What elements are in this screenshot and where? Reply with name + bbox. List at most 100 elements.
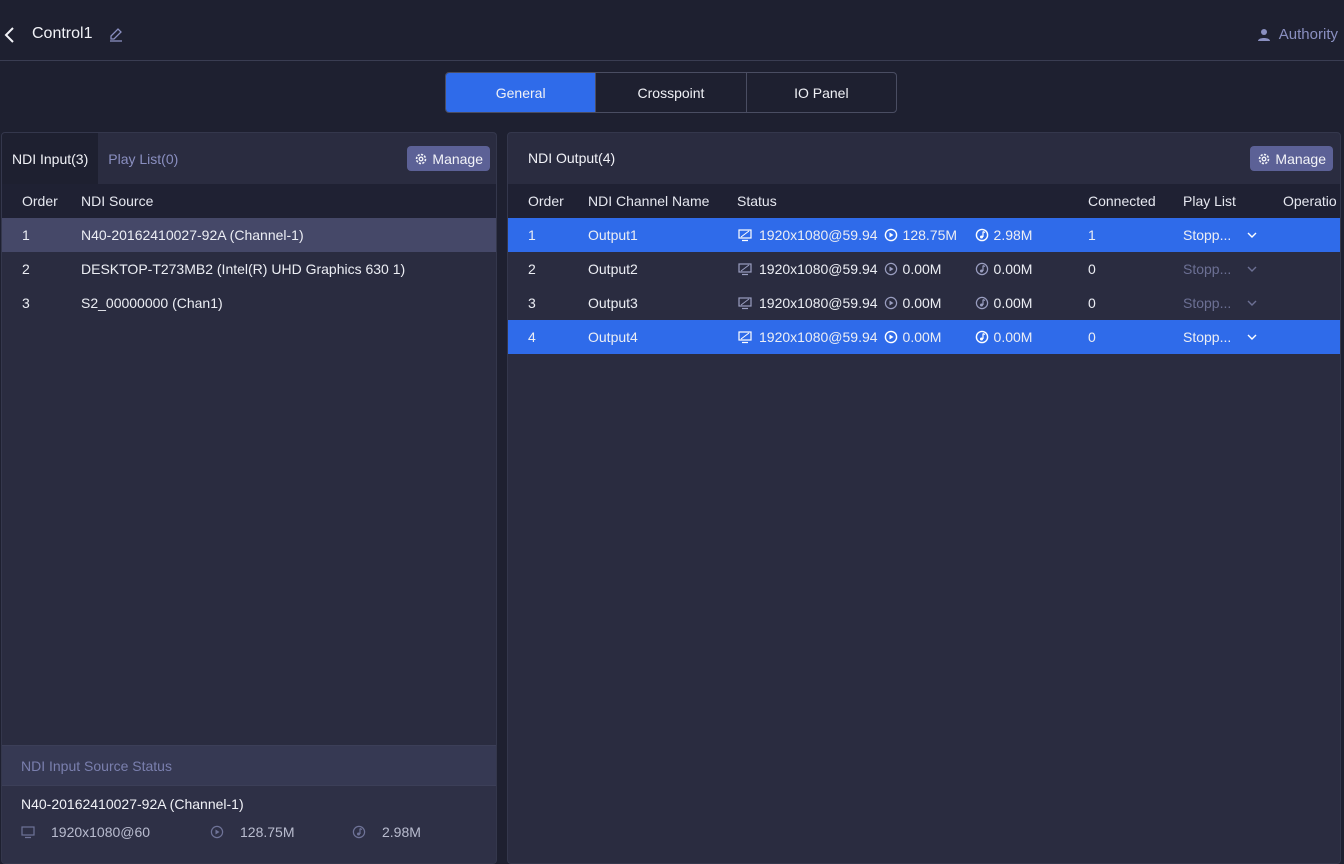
input-table-header: Order NDI Source — [2, 184, 496, 218]
row-order: 1 — [528, 227, 536, 243]
table-row[interactable]: 1 Output1 1920x1080@59.94 128.75M 2.98M … — [508, 218, 1340, 252]
output-table-header: Order NDI Channel Name Status Connected … — [508, 184, 1340, 218]
status-audio: 0.00M — [993, 261, 1033, 277]
playlist-select[interactable]: Stopp... — [1183, 295, 1259, 311]
column-ndi-source: NDI Source — [81, 193, 154, 209]
source-video-value: 128.75M — [240, 824, 295, 840]
output-panel-title: NDI Output(4) — [528, 150, 616, 166]
manage-label: Manage — [1275, 150, 1326, 167]
table-row[interactable]: 2 Output2 1920x1080@59.94 0.00M 0.00M 0 … — [508, 252, 1340, 286]
status-audio: 0.00M — [993, 295, 1033, 311]
chevron-down-icon — [1247, 300, 1257, 306]
authority-label: Authority — [1278, 26, 1338, 43]
monitor-icon — [738, 297, 752, 310]
status-video: 0.00M — [902, 295, 942, 311]
top-bar: Control1 Authority — [0, 0, 1344, 61]
monitor-icon — [738, 229, 752, 242]
status-audio: 2.98M — [993, 227, 1033, 243]
playlist-value: Stopp... — [1183, 295, 1232, 311]
output-panel-header: NDI Output(4) Manage — [508, 133, 1340, 184]
column-channel-name: NDI Channel Name — [588, 193, 710, 209]
column-order: Order — [528, 193, 564, 209]
output-table-body: 1 Output1 1920x1080@59.94 128.75M 2.98M … — [508, 218, 1340, 354]
monitor-icon — [21, 826, 35, 839]
row-connected: 0 — [1088, 329, 1096, 345]
manage-label: Manage — [432, 150, 483, 167]
row-order: 2 — [528, 261, 536, 277]
audio-icon — [975, 262, 988, 276]
play-circle-icon — [210, 825, 224, 839]
status-resolution: 1920x1080@59.94 — [759, 295, 878, 311]
chevron-down-icon — [1247, 232, 1257, 238]
row-channel-name: Output4 — [588, 329, 638, 345]
playlist-select[interactable]: Stopp... — [1183, 261, 1259, 277]
source-video-bitrate: 128.75M — [210, 824, 294, 840]
input-source-status: NDI Input Source Status N40-20162410027-… — [2, 745, 496, 863]
row-source: S2_00000000 (Chan1) — [81, 295, 223, 311]
monitor-icon — [738, 331, 752, 344]
ndi-output-panel: NDI Output(4) Manage Order NDI Channel N… — [507, 132, 1341, 864]
row-order: 2 — [22, 261, 30, 277]
playlist-value: Stopp... — [1183, 329, 1232, 345]
status-video: 0.00M — [902, 329, 942, 345]
row-channel-name: Output3 — [588, 295, 638, 311]
output-manage-button[interactable]: Manage — [1250, 146, 1333, 171]
audio-icon — [975, 330, 988, 344]
status-audio: 0.00M — [993, 329, 1033, 345]
column-operation: Operatio — [1283, 193, 1337, 209]
play-circle-icon — [884, 262, 897, 276]
column-connected: Connected — [1088, 193, 1156, 209]
row-order: 4 — [528, 329, 536, 345]
edit-pencil-icon[interactable] — [108, 26, 124, 42]
chevron-down-icon — [1247, 266, 1257, 272]
column-play-list: Play List — [1183, 193, 1236, 209]
back-arrow-icon[interactable] — [3, 25, 19, 45]
audio-icon — [352, 825, 366, 839]
status-resolution: 1920x1080@59.94 — [759, 329, 878, 345]
audio-icon — [975, 228, 988, 242]
row-order: 3 — [528, 295, 536, 311]
source-resolution-value: 1920x1080@60 — [51, 824, 151, 840]
table-row[interactable]: 3 Output3 1920x1080@59.94 0.00M 0.00M 0 … — [508, 286, 1340, 320]
row-status: 1920x1080@59.94 128.75M 2.98M — [738, 227, 1032, 243]
status-resolution: 1920x1080@59.94 — [759, 227, 878, 243]
row-status: 1920x1080@59.94 0.00M 0.00M — [738, 329, 1032, 345]
row-channel-name: Output2 — [588, 261, 638, 277]
audio-icon — [975, 296, 988, 310]
page-title: Control1 — [32, 25, 93, 42]
row-status: 1920x1080@59.94 0.00M 0.00M — [738, 295, 1032, 311]
tab-ndi-input[interactable]: NDI Input(3) — [2, 133, 99, 184]
row-channel-name: Output1 — [588, 227, 638, 243]
source-audio-value: 2.98M — [382, 824, 421, 840]
status-resolution: 1920x1080@59.94 — [759, 261, 878, 277]
playlist-value: Stopp... — [1183, 261, 1232, 277]
playlist-value: Stopp... — [1183, 227, 1232, 243]
column-order: Order — [22, 193, 58, 209]
input-panel-header: NDI Input(3) Play List(0) Manage — [2, 133, 496, 184]
row-connected: 0 — [1088, 295, 1096, 311]
input-manage-button[interactable]: Manage — [407, 146, 490, 171]
row-connected: 0 — [1088, 261, 1096, 277]
main-tabs: General Crosspoint IO Panel — [445, 72, 897, 113]
column-status: Status — [737, 193, 777, 209]
tab-play-list[interactable]: Play List(0) — [98, 133, 188, 184]
status-video: 128.75M — [902, 227, 958, 243]
row-source: N40-20162410027-92A (Channel-1) — [81, 227, 304, 243]
row-order: 1 — [22, 227, 30, 243]
play-circle-icon — [884, 228, 897, 242]
playlist-select[interactable]: Stopp... — [1183, 227, 1259, 243]
table-row[interactable]: 3 S2_00000000 (Chan1) — [2, 286, 496, 320]
authority-link[interactable]: Authority — [1257, 26, 1338, 43]
row-connected: 1 — [1088, 227, 1096, 243]
table-row[interactable]: 1 N40-20162410027-92A (Channel-1) — [2, 218, 496, 252]
tab-io-panel[interactable]: IO Panel — [747, 73, 896, 112]
table-row[interactable]: 4 Output4 1920x1080@59.94 0.00M 0.00M 0 … — [508, 320, 1340, 354]
tab-general[interactable]: General — [446, 73, 597, 112]
tab-crosspoint[interactable]: Crosspoint — [596, 73, 747, 112]
table-row[interactable]: 2 DESKTOP-T273MB2 (Intel(R) UHD Graphics… — [2, 252, 496, 286]
user-icon — [1257, 28, 1270, 41]
input-table-body: 1 N40-20162410027-92A (Channel-1) 2 DESK… — [2, 218, 496, 320]
playlist-select[interactable]: Stopp... — [1183, 329, 1259, 345]
row-order: 3 — [22, 295, 30, 311]
row-source: DESKTOP-T273MB2 (Intel(R) UHD Graphics 6… — [81, 261, 406, 277]
